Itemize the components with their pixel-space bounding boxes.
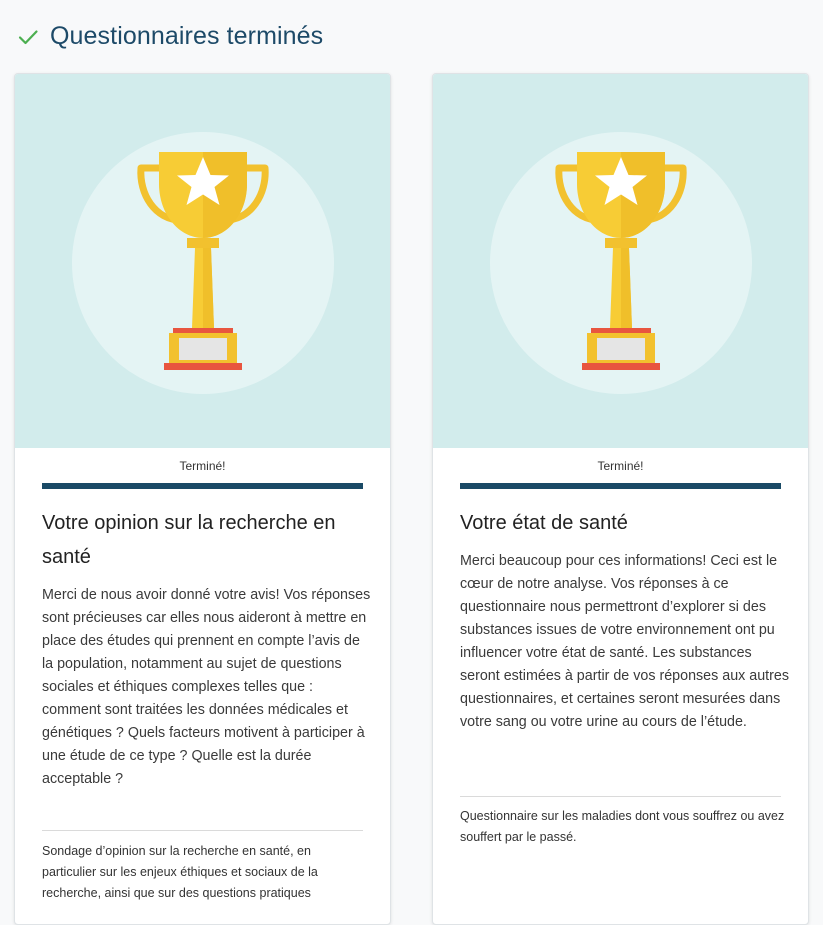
status-label: Terminé! — [179, 459, 226, 473]
divider — [42, 830, 363, 831]
card-description: Merci de nous avoir donné votre avis! Vo… — [42, 587, 371, 787]
card-image — [15, 74, 390, 448]
questionnaire-card[interactable]: Terminé! Votre état de santé Merci beauc… — [432, 73, 809, 925]
card-title: Votre état de santé — [460, 512, 628, 534]
trophy-icon — [72, 132, 334, 394]
trophy-icon — [490, 132, 752, 394]
status-label: Terminé! — [597, 459, 644, 473]
card-footer-text: Questionnaire sur les maladies dont vous… — [460, 809, 785, 844]
progress-bar — [460, 483, 781, 489]
card-footer-text: Sondage d’opinion sur la recherche en sa… — [42, 844, 318, 900]
progress-fill — [42, 483, 363, 489]
progress-bar — [42, 483, 363, 489]
check-icon — [16, 25, 40, 49]
questionnaire-card[interactable]: Terminé! Votre opinion sur la recherche … — [14, 73, 391, 925]
divider — [460, 796, 781, 797]
card-description: Merci beaucoup pour ces informations! Ce… — [460, 553, 789, 730]
card-image — [433, 74, 808, 448]
progress-fill — [460, 483, 781, 489]
section-title: Questionnaires terminés — [50, 22, 324, 50]
section-header: Questionnaires terminés — [16, 22, 323, 51]
card-title: Votre opinion sur la recherche en santé — [42, 512, 336, 568]
